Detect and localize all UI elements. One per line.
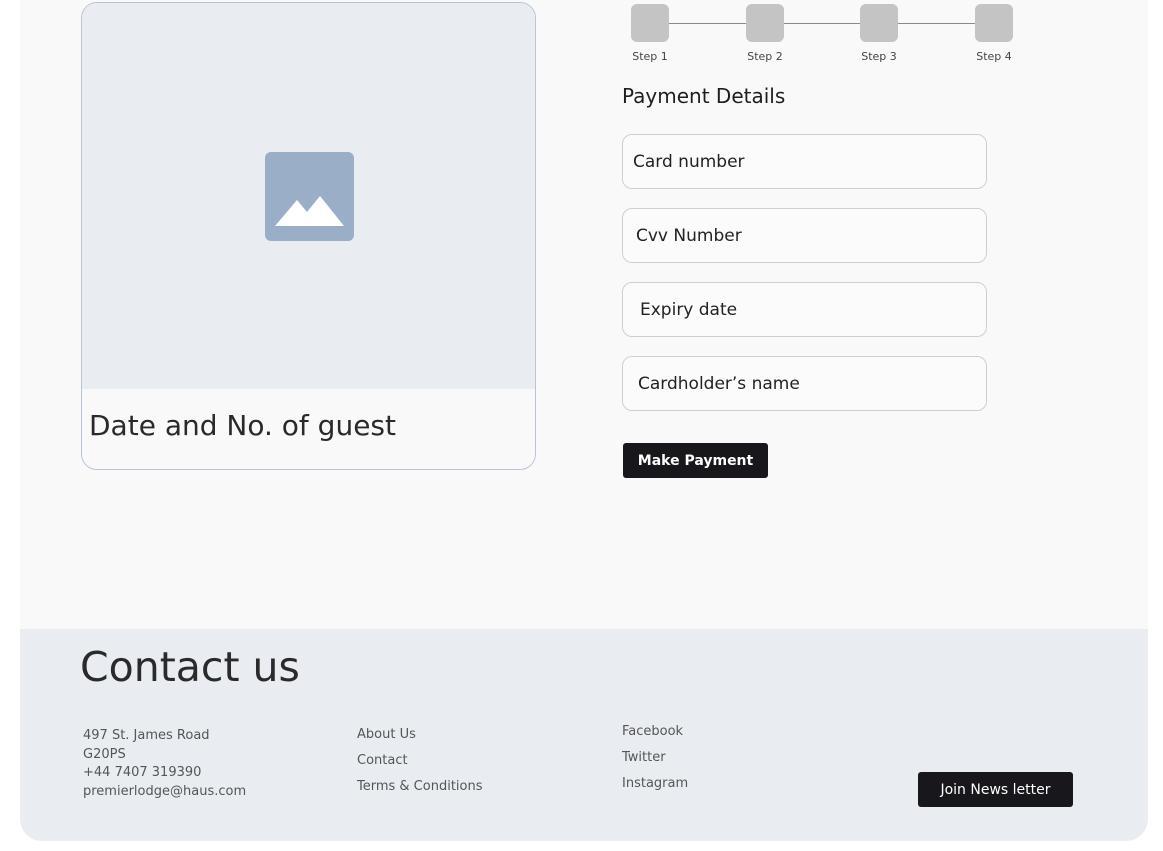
payment-details-title: Payment Details: [622, 84, 786, 108]
card-image: [82, 3, 535, 389]
social-links: Facebook Twitter Instagram: [622, 723, 688, 801]
step-label: Step 4: [976, 50, 1012, 63]
footer: Contact us 497 St. James Road G20PS +44 …: [20, 629, 1148, 841]
address-postcode: G20PS: [83, 746, 126, 762]
page: Date and No. of guest Step 1 Step 2 Step…: [20, 0, 1148, 841]
twitter-link[interactable]: Twitter: [622, 749, 688, 775]
image-placeholder-icon: [265, 152, 354, 241]
step-label: Step 1: [632, 50, 668, 63]
make-payment-button[interactable]: Make Payment: [623, 443, 768, 478]
expiry-date-input[interactable]: [622, 282, 987, 337]
step-connector: [650, 23, 1000, 24]
address-phone: +44 7407 319390: [83, 765, 202, 780]
step-4[interactable]: Step 4: [964, 4, 1024, 63]
address-email: premierlodge@haus.com: [83, 783, 247, 799]
step-label: Step 3: [861, 50, 897, 63]
step-box: [746, 4, 784, 42]
step-box: [975, 4, 1013, 42]
step-3[interactable]: Step 3: [849, 4, 909, 63]
cvv-number-input[interactable]: [622, 208, 987, 263]
step-2[interactable]: Step 2: [735, 4, 795, 63]
cardholder-name-input[interactable]: [622, 356, 987, 411]
facebook-link[interactable]: Facebook: [622, 723, 688, 749]
instagram-link[interactable]: Instagram: [622, 775, 688, 801]
step-indicator: Step 1 Step 2 Step 3 Step 4: [624, 4, 1024, 66]
join-newsletter-button[interactable]: Join News letter: [918, 772, 1073, 807]
address-block: 497 St. James Road G20PS +44 7407 319390…: [83, 727, 246, 801]
step-1[interactable]: Step 1: [620, 4, 680, 63]
footer-links: About Us Contact Terms & Conditions: [357, 726, 483, 804]
contact-link[interactable]: Contact: [357, 752, 483, 778]
step-box: [631, 4, 669, 42]
card-number-input[interactable]: [622, 134, 987, 189]
card-title: Date and No. of guest: [89, 409, 396, 442]
terms-conditions-link[interactable]: Terms & Conditions: [357, 778, 483, 804]
booking-card: Date and No. of guest: [81, 2, 536, 470]
about-us-link[interactable]: About Us: [357, 726, 483, 752]
contact-title: Contact us: [80, 643, 300, 691]
step-label: Step 2: [747, 50, 783, 63]
step-box: [860, 4, 898, 42]
address-street: 497 St. James Road: [83, 728, 210, 743]
